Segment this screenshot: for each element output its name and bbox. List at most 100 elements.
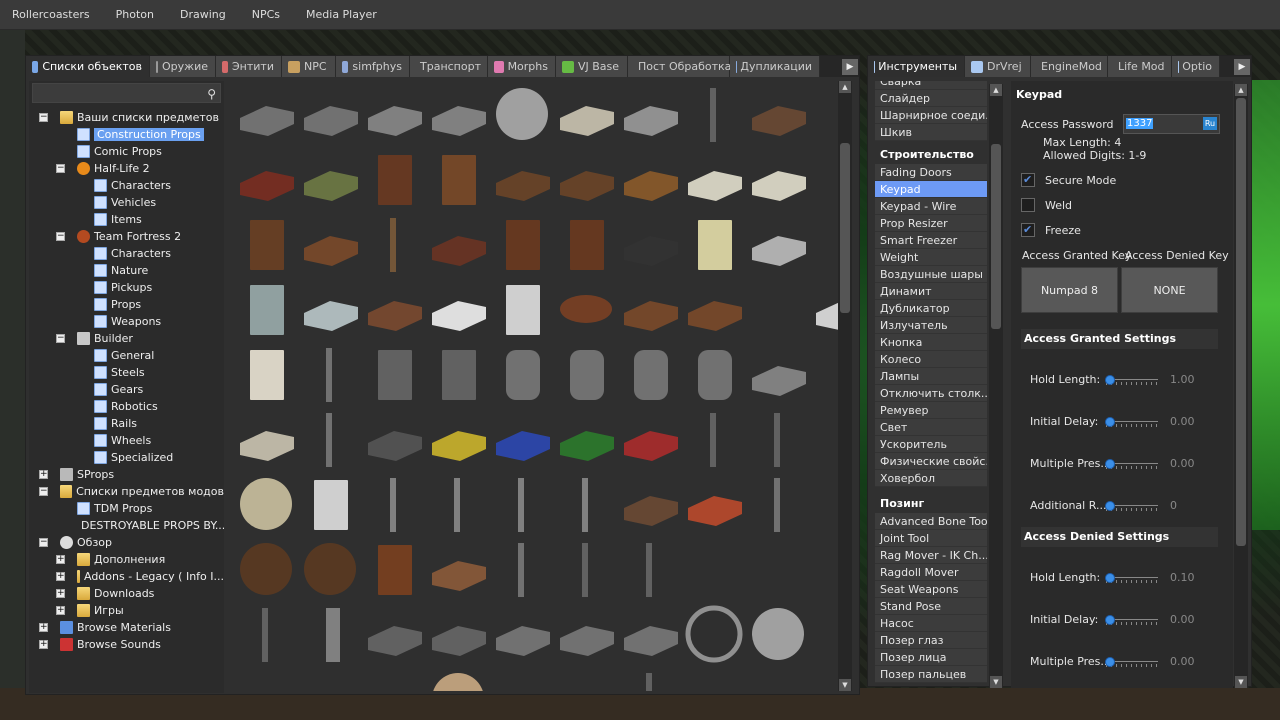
tree-node[interactable]: − Ваши списки предметов <box>29 109 224 126</box>
tree-node[interactable]: Characters <box>29 245 224 262</box>
tree-node[interactable]: Nature <box>29 262 224 279</box>
collapse-icon[interactable]: − <box>39 538 48 547</box>
tab-spawn-9[interactable]: Дупликации <box>730 56 820 77</box>
tool-item[interactable]: Ускоритель <box>875 436 987 453</box>
prop-door-frame[interactable] <box>378 350 412 400</box>
tool-item[interactable]: Свет <box>875 419 987 436</box>
tree-node[interactable]: Vehicles <box>29 194 224 211</box>
prop-cage-blue[interactable] <box>496 431 550 461</box>
prop-cabinet[interactable] <box>378 155 412 205</box>
prop-bedframe[interactable] <box>624 106 678 136</box>
prop-barrel[interactable] <box>624 496 678 526</box>
collapse-icon[interactable]: − <box>56 164 65 173</box>
prop-statue[interactable] <box>774 413 780 467</box>
tree-node[interactable]: − Team Fortress 2 <box>29 228 224 245</box>
prop-ladder[interactable] <box>390 478 396 532</box>
prop-cage-green[interactable] <box>560 431 614 461</box>
tab-spawn-1[interactable]: Оружие <box>150 56 216 77</box>
prop-ladder[interactable] <box>454 478 460 532</box>
tool-item[interactable]: Сварка <box>875 81 987 90</box>
tool-item[interactable]: Лампы <box>875 368 987 385</box>
tab-spawn-5[interactable]: Транспорт <box>410 56 488 77</box>
prop-pillar[interactable] <box>326 608 340 662</box>
prop-statue[interactable] <box>710 413 716 467</box>
tool-item[interactable]: Ragdoll Mover <box>875 564 987 581</box>
prop-crate-tray[interactable] <box>560 171 614 201</box>
tree-node[interactable]: + Browse Materials <box>29 619 224 636</box>
prop-door-frame[interactable] <box>442 350 476 400</box>
prop-radiator[interactable] <box>752 236 806 266</box>
tool-item[interactable]: Fading Doors <box>875 164 987 181</box>
tree-node[interactable]: General <box>29 347 224 364</box>
search-icon[interactable]: ⚲ <box>207 87 216 101</box>
tree-node[interactable]: Props <box>29 296 224 313</box>
tree-node[interactable]: + Игры <box>29 602 224 619</box>
prop-table[interactable] <box>304 236 358 266</box>
tab-spawn-3[interactable]: NPC <box>282 56 336 77</box>
tree-node[interactable]: Gears <box>29 381 224 398</box>
tree-node[interactable]: + Downloads <box>29 585 224 602</box>
prop-tombstone[interactable] <box>634 350 668 400</box>
prop-door[interactable] <box>250 220 284 270</box>
tab-spawn-7[interactable]: VJ Base <box>556 56 628 77</box>
setting-slider[interactable] <box>1105 657 1158 667</box>
expand-icon[interactable]: + <box>56 589 65 598</box>
tab-tool-3[interactable]: Life Mod <box>1108 56 1172 77</box>
granted-key-button[interactable]: Numpad 8 <box>1021 267 1118 313</box>
tree-node[interactable]: Rails <box>29 415 224 432</box>
slider-knob[interactable] <box>1105 657 1115 667</box>
prop-hook[interactable] <box>518 478 524 532</box>
tree-node[interactable]: Construction Props <box>29 126 224 143</box>
prop-tire[interactable] <box>685 605 743 663</box>
tool-item[interactable]: Ховербол <box>875 470 987 487</box>
tool-scroll-up-icon[interactable]: ▲ <box>990 84 1002 96</box>
prop-oven[interactable] <box>506 285 540 335</box>
tree-node[interactable]: + Дополнения <box>29 551 224 568</box>
tool-item[interactable]: Кнопка <box>875 334 987 351</box>
setting-slider[interactable] <box>1105 501 1158 511</box>
setting-slider[interactable] <box>1105 615 1158 625</box>
tree-node[interactable]: Characters <box>29 177 224 194</box>
tool-item[interactable]: Излучатель <box>875 317 987 334</box>
expand-icon[interactable]: + <box>56 555 65 564</box>
setting-slider[interactable] <box>1105 417 1158 427</box>
access-password-input[interactable]: 1337 Ru <box>1123 114 1220 134</box>
prop-mattress[interactable] <box>688 171 742 201</box>
tool-item[interactable]: Физические свойс... <box>875 453 987 470</box>
expand-icon[interactable]: + <box>56 606 65 615</box>
tree-node[interactable]: − Обзор <box>29 534 224 551</box>
prop-tombstone[interactable] <box>506 350 540 400</box>
scroll-thumb[interactable] <box>840 143 850 313</box>
prop-washer[interactable] <box>250 350 284 400</box>
prop-cage-yellow[interactable] <box>432 431 486 461</box>
tabs-scroll-right-icon[interactable]: ▶ <box>842 59 858 75</box>
tree-node[interactable]: Comic Props <box>29 143 224 160</box>
tool-item[interactable]: Keypad <box>875 181 987 198</box>
menubar-item[interactable]: NPCs <box>252 8 280 21</box>
secure-mode-checkbox[interactable] <box>1021 173 1035 187</box>
tab-tool-4[interactable]: Optio <box>1172 56 1220 77</box>
prop-lockers[interactable] <box>314 480 348 530</box>
prop-rope[interactable] <box>774 478 780 532</box>
prop-desk[interactable] <box>432 236 486 266</box>
menubar-item[interactable]: Rollercoasters <box>12 8 90 21</box>
collapse-icon[interactable]: − <box>56 334 65 343</box>
tool-item[interactable]: Динамит <box>875 283 987 300</box>
tool-item[interactable]: Позер глаз <box>875 632 987 649</box>
tab-tool-2[interactable]: EngineMod <box>1031 56 1108 77</box>
tool-item[interactable]: Позер лица <box>875 649 987 666</box>
slider-knob[interactable] <box>1105 501 1115 511</box>
prop-sofa[interactable] <box>240 171 294 201</box>
prop-cage-red[interactable] <box>624 431 678 461</box>
tab-spawn-4[interactable]: simfphys <box>336 56 410 77</box>
tool-list-scrollbar[interactable]: ▲ ▼ <box>989 84 1003 688</box>
collapse-icon[interactable]: − <box>56 232 65 241</box>
tree-node[interactable]: Weapons <box>29 313 224 330</box>
expand-icon[interactable]: + <box>39 640 48 649</box>
prop-truss[interactable] <box>368 626 422 656</box>
prop-plank[interactable] <box>304 301 358 331</box>
prop-wardrobe[interactable] <box>570 220 604 270</box>
tool-tabs-scroll-right-icon[interactable]: ▶ <box>1234 59 1250 75</box>
tool-item[interactable]: Rag Mover - IK Ch... <box>875 547 987 564</box>
prop-sink[interactable] <box>432 301 486 331</box>
